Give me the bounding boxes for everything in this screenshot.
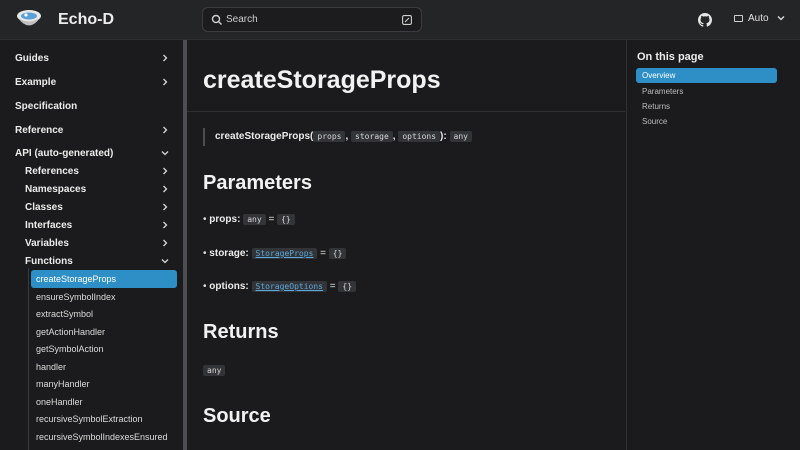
param-type-link[interactable]: StorageOptions [251, 281, 327, 292]
signature-close: ): [440, 131, 447, 142]
sidebar-item-api[interactable]: API (auto-generated) [15, 148, 175, 159]
sidebar-item-label: References [25, 166, 79, 177]
param-colon: : [245, 281, 249, 292]
sidebar-function-item[interactable]: recursiveSymbolExtraction [31, 410, 177, 428]
param-type-link[interactable]: StorageProps [251, 248, 318, 259]
main-content: createStorageProps createStorageProps(pr… [187, 40, 625, 450]
sidebar-item-label: API (auto-generated) [15, 148, 114, 159]
parameter-item: • storage: StorageProps = {} [203, 248, 347, 259]
sidebar-function-item[interactable]: createStorageProps [31, 270, 177, 288]
monitor-icon [734, 15, 743, 22]
param-equals: = [268, 214, 275, 225]
chevron-right-icon [163, 221, 168, 229]
returns-type-wrapper: any [203, 365, 226, 376]
param-default: {} [277, 214, 295, 225]
search-icon [211, 14, 222, 25]
param-name: options [209, 281, 246, 292]
sidebar-item-example[interactable]: Example [15, 77, 175, 88]
sidebar-item-label: Namespaces [25, 184, 87, 195]
sidebar-function-item[interactable]: extractSymbol [31, 305, 177, 323]
toc-title: On this page [637, 51, 704, 63]
chevron-down-icon [161, 259, 169, 264]
signature-arg: options [398, 131, 441, 142]
param-name: props [209, 214, 238, 225]
parameter-item: • options: StorageOptions = {} [203, 281, 357, 292]
search-bar[interactable]: Search [202, 7, 422, 32]
sidebar-item-label: Reference [15, 125, 64, 136]
function-signature: createStorageProps(props, storage, optio… [203, 128, 472, 146]
sidebar-item-variables[interactable]: Variables [25, 238, 175, 249]
sidebar-item-references[interactable]: References [25, 166, 175, 177]
param-name: storage [209, 248, 246, 259]
sidebar-function-item[interactable]: getActionHandler [31, 323, 177, 341]
logo-icon[interactable] [15, 7, 43, 33]
parameter-item: • props: any = {} [203, 214, 295, 225]
sidebar-function-item[interactable]: ensureSymbolIndex [31, 288, 177, 306]
chevron-right-icon [163, 54, 168, 62]
signature-sep: , [392, 131, 396, 142]
sidebar-item-classes[interactable]: Classes [25, 202, 175, 213]
sidebar-item-reference[interactable]: Reference [15, 125, 175, 136]
sidebar-item-interfaces[interactable]: Interfaces [25, 220, 175, 231]
bullet: • [203, 214, 207, 225]
sidebar-item-namespaces[interactable]: Namespaces [25, 184, 175, 195]
sidebar-function-item[interactable]: getSymbolAction [31, 340, 177, 358]
param-equals: = [320, 248, 326, 259]
toc-item-returns[interactable]: Returns [636, 99, 777, 114]
sidebar-item-label: Classes [25, 202, 63, 213]
bullet: • [203, 248, 207, 259]
toc-item-parameters[interactable]: Parameters [636, 84, 777, 99]
sidebar-item-specification[interactable]: Specification [15, 101, 175, 112]
section-heading-parameters: Parameters [203, 172, 312, 194]
sidebar-item-guides[interactable]: Guides [15, 53, 175, 64]
signature-arg: props [313, 131, 346, 142]
site-title[interactable]: Echo-D [58, 11, 114, 29]
search-label: Search [226, 14, 258, 25]
github-icon[interactable] [698, 13, 712, 27]
bullet: • [203, 281, 207, 292]
sidebar-function-item[interactable]: manyHandler [31, 375, 177, 393]
signature-arg: storage [351, 131, 393, 142]
signature-sep: , [345, 131, 349, 142]
chevron-down-icon [161, 151, 169, 156]
toc-item-overview[interactable]: Overview [636, 68, 777, 83]
chevron-right-icon [163, 239, 168, 247]
param-default: {} [338, 281, 357, 292]
chevron-right-icon [163, 78, 168, 86]
param-equals: = [329, 281, 336, 292]
sidebar-function-item[interactable]: recursiveSymbolIndexesEnsured [31, 428, 177, 446]
page-title: createStorageProps [203, 66, 441, 94]
section-heading-source: Source [203, 405, 271, 427]
param-colon: : [237, 214, 241, 225]
table-of-contents: On this page Overview Parameters Returns… [626, 40, 800, 450]
sidebar-function-item[interactable]: oneHandler [31, 393, 177, 411]
keyboard-shortcut-icon [402, 15, 412, 25]
theme-selector[interactable]: Auto [734, 13, 785, 24]
sidebar-item-functions[interactable]: Functions [25, 256, 175, 267]
chevron-right-icon [163, 203, 168, 211]
sidebar-item-label: Example [15, 77, 57, 88]
tree-guide-line [28, 268, 29, 450]
chevron-down-icon [777, 16, 785, 21]
sidebar-item-label: Variables [25, 238, 69, 249]
param-default: {} [328, 248, 347, 259]
chevron-right-icon [163, 185, 168, 193]
param-colon: : [245, 248, 249, 259]
toc-item-source[interactable]: Source [636, 114, 777, 129]
chevron-right-icon [163, 126, 168, 134]
sidebar-item-label: Functions [25, 256, 73, 267]
returns-type: any [203, 365, 226, 376]
sidebar-item-label: Interfaces [25, 220, 73, 231]
sidebar-item-label: Guides [15, 53, 49, 64]
sidebar-function-item[interactable]: handler [31, 358, 177, 376]
param-type: any [243, 214, 266, 225]
divider [187, 111, 625, 112]
section-heading-returns: Returns [203, 321, 279, 343]
top-navbar: Echo-D Search Auto [0, 0, 800, 40]
theme-label: Auto [748, 13, 769, 24]
chevron-right-icon [163, 167, 168, 175]
signature-return-type: any [449, 131, 472, 142]
sidebar-item-label: Specification [15, 101, 78, 112]
signature-name: createStorageProps [215, 131, 311, 142]
